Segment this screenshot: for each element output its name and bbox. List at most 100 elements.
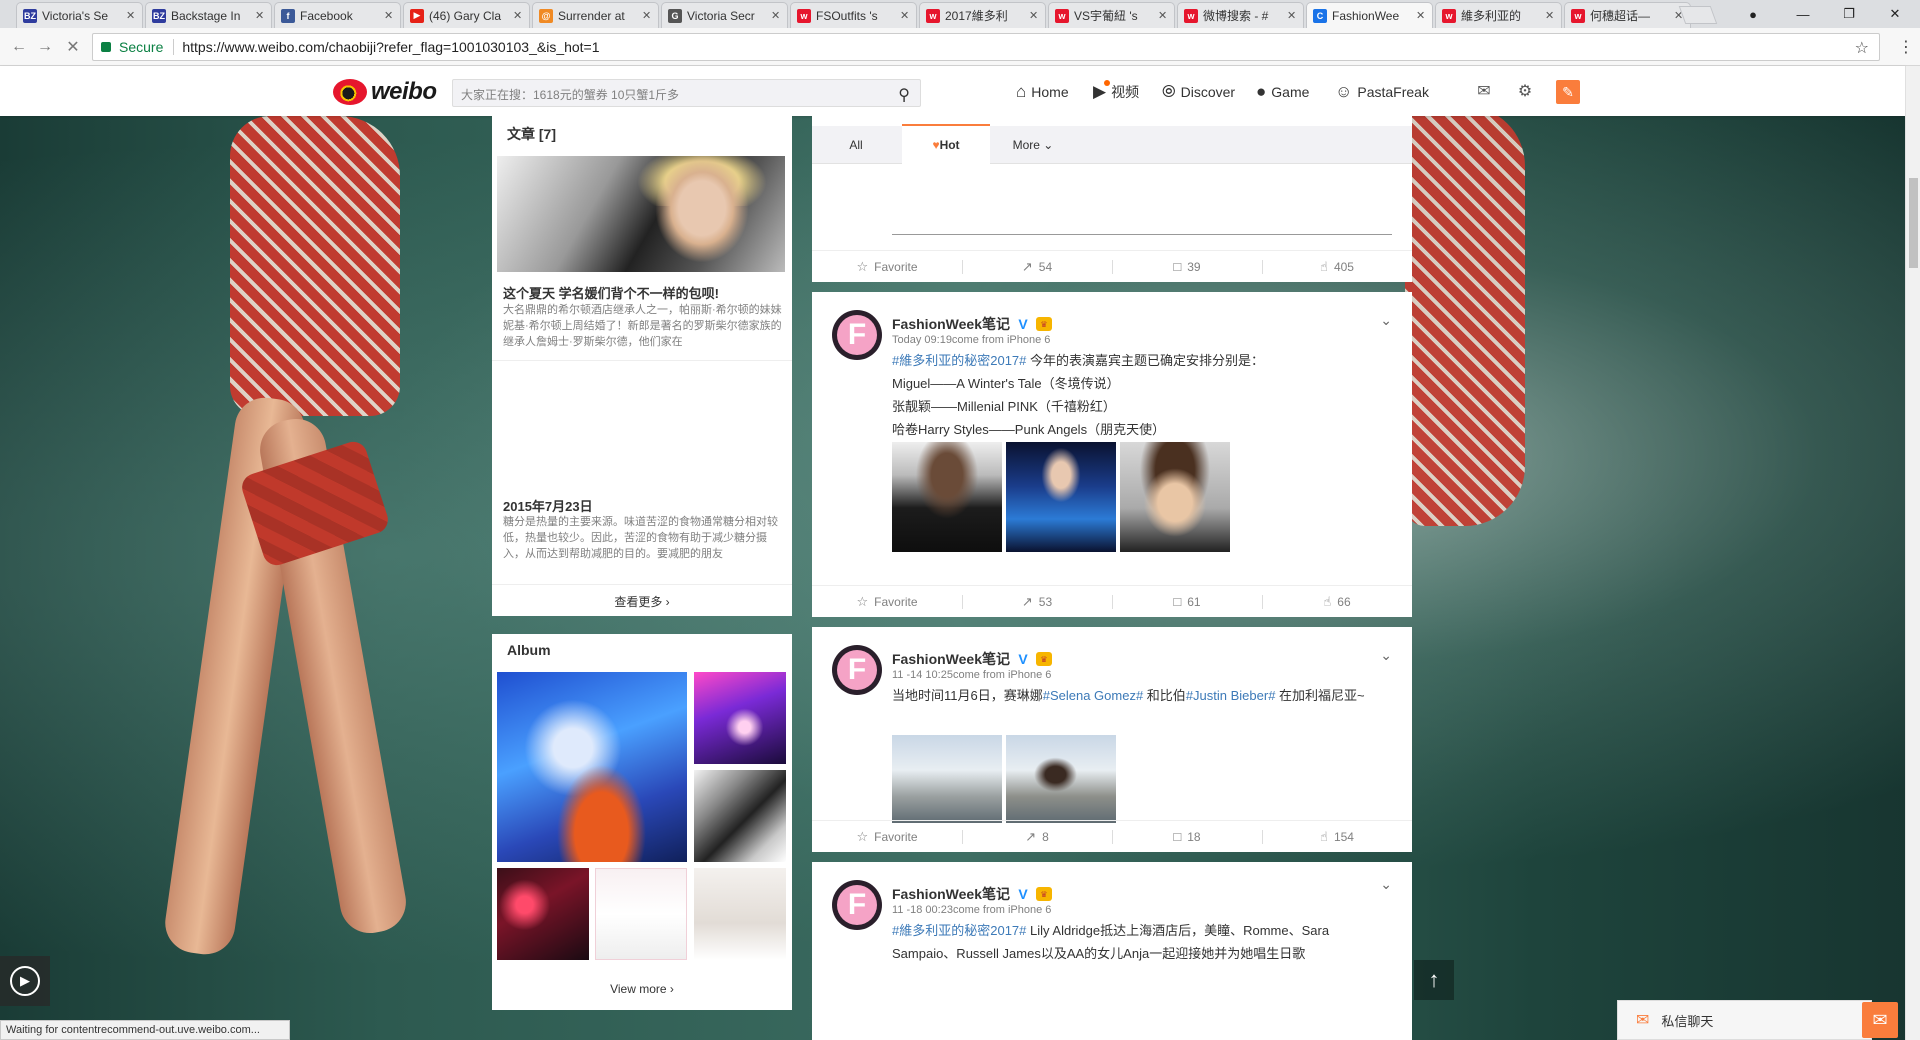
address-bar[interactable]: Secure https://www.weibo.com/chaobiji?re…	[92, 33, 1880, 61]
tab-more[interactable]: More ⌄	[998, 126, 1068, 164]
tab-close-icon[interactable]: ✕	[384, 9, 394, 22]
tab-close-icon[interactable]: ✕	[1416, 9, 1426, 22]
search-input[interactable]: 大家正在搜：1618元的蟹券 10只蟹1斤多 ⚲	[452, 79, 921, 107]
browser-tab[interactable]: @ Surrender at ✕	[532, 2, 659, 28]
album-more-link[interactable]: View more ›	[492, 982, 792, 996]
repost-button[interactable]: ↗ 8	[962, 821, 1112, 852]
repost-button[interactable]: ↗ 54	[962, 251, 1112, 282]
tab-close-icon[interactable]: ✕	[1029, 9, 1039, 22]
nav-video[interactable]: ▶ 视频	[1093, 80, 1139, 102]
nav-game[interactable]: ● Game	[1256, 82, 1309, 102]
browser-tab[interactable]: w VS宇葡紐 's ✕	[1048, 2, 1175, 28]
bookmark-star-icon[interactable]: ☆	[1855, 38, 1869, 58]
minimize-icon[interactable]: —	[1780, 0, 1826, 28]
browser-tab[interactable]: f Facebook ✕	[274, 2, 401, 28]
post-author[interactable]: FashionWeek笔记 V ♛	[892, 649, 1052, 669]
favorite-button[interactable]: ☆ Favorite	[812, 586, 962, 617]
post-photo[interactable]	[1120, 442, 1230, 552]
tab-close-icon[interactable]: ✕	[126, 9, 136, 22]
browser-tab[interactable]: w 2017維多利 ✕	[919, 2, 1046, 28]
like-button[interactable]: ☝ 154	[1262, 821, 1412, 852]
close-window-icon[interactable]: ✕	[1872, 0, 1918, 28]
browser-menu-icon[interactable]: ⋮	[1898, 37, 1914, 57]
nav-discover[interactable]: ⦾ Discover	[1162, 82, 1235, 102]
hashtag-link[interactable]: #Justin Bieber#	[1186, 688, 1276, 703]
article-headline-2[interactable]: 2015年7月23日	[503, 496, 593, 515]
chevron-down-icon[interactable]: ⌄	[1380, 312, 1392, 329]
comment-button[interactable]: □ 18	[1112, 821, 1262, 852]
comment-button[interactable]: □ 61	[1112, 586, 1262, 617]
album-photo-1[interactable]	[497, 672, 687, 862]
chevron-down-icon[interactable]: ⌄	[1380, 876, 1392, 893]
compose-button[interactable]: ✎	[1556, 80, 1580, 104]
tab-close-icon[interactable]: ✕	[1158, 9, 1168, 22]
article-headline-1[interactable]: 这个夏天 学名媛们背个不一样的包呗!	[503, 283, 719, 302]
post-photo[interactable]	[1006, 735, 1116, 823]
page-scrollbar[interactable]	[1905, 66, 1920, 1040]
album-photo-5[interactable]	[595, 868, 687, 960]
tab-hot[interactable]: ♥ Hot	[902, 124, 990, 164]
avatar[interactable]: F	[832, 880, 882, 930]
post-line: Lily Aldridge抵达上海酒店后，美瞳、Romme、Sara	[1026, 923, 1330, 938]
post-photo[interactable]	[1006, 442, 1116, 552]
new-tab-button[interactable]	[1678, 6, 1718, 24]
avatar[interactable]: F	[832, 645, 882, 695]
like-button[interactable]: ☝ 66	[1262, 586, 1412, 617]
stop-loading-icon[interactable]: ✕	[62, 36, 84, 58]
private-chat-bar[interactable]: ✉ 私信聊天	[1617, 1000, 1872, 1040]
browser-tab[interactable]: w 維多利亚的 ✕	[1435, 2, 1562, 28]
favorite-button[interactable]: ☆ Favorite	[812, 821, 962, 852]
album-photo-6[interactable]	[694, 868, 786, 960]
profile-icon[interactable]: ●	[1730, 0, 1776, 28]
hashtag-link[interactable]: #維多利亚的秘密2017#	[892, 353, 1026, 368]
hashtag-link[interactable]: #維多利亚的秘密2017#	[892, 923, 1026, 938]
tab-all[interactable]: All	[812, 126, 900, 164]
article-body-2: 糖分是热量的主要来源。味道苦涩的食物通常糖分相对较低，热量也较少。因此，苦涩的食…	[503, 516, 778, 560]
album-photo-2[interactable]	[694, 672, 786, 764]
tab-close-icon[interactable]: ✕	[642, 9, 652, 22]
post-photo[interactable]	[892, 442, 1002, 552]
like-button[interactable]: ☝ 405	[1262, 251, 1412, 282]
article-image-1[interactable]	[497, 156, 785, 272]
browser-tab[interactable]: BZ Victoria's Se ✕	[16, 2, 143, 28]
maximize-icon[interactable]: ❐	[1826, 0, 1872, 28]
browser-tab[interactable]: ▶ (46) Gary Cla ✕	[403, 2, 530, 28]
chat-bubble-button[interactable]: ✉	[1862, 1002, 1898, 1038]
url-text[interactable]: https://www.weibo.com/chaobiji?refer_fla…	[182, 39, 599, 55]
album-photo-4[interactable]	[497, 868, 589, 960]
post-photo[interactable]	[892, 735, 1002, 823]
tab-close-icon[interactable]: ✕	[1287, 9, 1297, 22]
message-icon[interactable]: ✉	[1473, 80, 1495, 102]
repost-button[interactable]: ↗ 53	[962, 586, 1112, 617]
browser-tab[interactable]: BZ Backstage In ✕	[145, 2, 272, 28]
album-photo-3[interactable]	[694, 770, 786, 862]
post-author[interactable]: FashionWeek笔记 V ♛	[892, 314, 1052, 334]
favorite-button[interactable]: ☆ Favorite	[812, 251, 962, 282]
browser-tab[interactable]: C FashionWee ✕	[1306, 2, 1433, 28]
browser-tab[interactable]: G Victoria Secr ✕	[661, 2, 788, 28]
tab-close-icon[interactable]: ✕	[900, 9, 910, 22]
tab-close-icon[interactable]: ✕	[771, 9, 781, 22]
nav-profile[interactable]: ☺ PastaFreak	[1335, 82, 1429, 102]
back-icon[interactable]: ←	[8, 36, 30, 58]
tab-close-icon[interactable]: ✕	[1545, 9, 1555, 22]
music-play-button[interactable]: ▶	[0, 956, 50, 1006]
hashtag-link[interactable]: #Selena Gomez#	[1043, 688, 1143, 703]
forward-icon[interactable]: →	[34, 36, 56, 58]
weibo-logo[interactable]: weibo	[333, 78, 437, 106]
gear-icon[interactable]: ⚙	[1514, 80, 1536, 102]
tab-close-icon[interactable]: ✕	[255, 9, 265, 22]
tab-close-icon[interactable]: ✕	[513, 9, 523, 22]
nav-home[interactable]: ⌂ Home	[1016, 82, 1069, 102]
browser-tab[interactable]: w FSOutfits 's ✕	[790, 2, 917, 28]
browser-tab[interactable]: w 微博搜索 - # ✕	[1177, 2, 1304, 28]
search-icon[interactable]: ⚲	[898, 85, 910, 105]
back-to-top-button[interactable]: ↑	[1414, 960, 1454, 1000]
chevron-down-icon[interactable]: ⌄	[1380, 647, 1392, 664]
articles-more-link[interactable]: 查看更多 ›	[492, 593, 792, 610]
browser-tab[interactable]: w 何穗超话— ✕	[1564, 2, 1691, 28]
comment-button[interactable]: □ 39	[1112, 251, 1262, 282]
post-author[interactable]: FashionWeek笔记 V ♛	[892, 884, 1052, 904]
scrollbar-thumb[interactable]	[1909, 178, 1918, 268]
avatar[interactable]: F	[832, 310, 882, 360]
